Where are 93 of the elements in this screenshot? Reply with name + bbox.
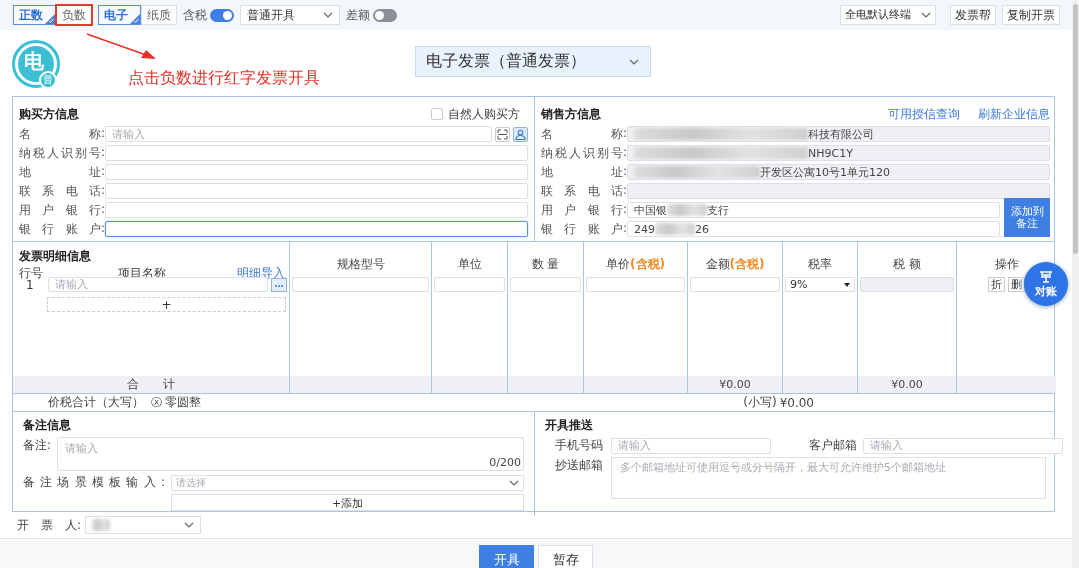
field-label: 开 票 人: bbox=[17, 516, 82, 534]
remarks-field[interactable]: 请输入 0/200 bbox=[57, 437, 524, 471]
section-title: 发票明细信息 bbox=[19, 248, 92, 265]
field-label: 地址: bbox=[541, 163, 627, 181]
field-label: 用户银行: bbox=[19, 201, 105, 219]
invoice-kind-select[interactable]: 电子发票（普通发票） bbox=[415, 46, 651, 77]
section-title: 购买方信息 bbox=[19, 105, 79, 123]
section-title: 销售方信息 bbox=[541, 105, 601, 123]
field-label: 手机号码 bbox=[554, 437, 604, 454]
check-icon bbox=[45, 14, 55, 24]
link[interactable]: 可用授信查询 bbox=[888, 106, 960, 121]
input-field: 科技有限公司 bbox=[627, 126, 1050, 142]
save-draft-button[interactable]: 暂存 bbox=[538, 545, 593, 568]
input-field[interactable]: 249 26 bbox=[627, 221, 1000, 237]
total-value: ¥0.00 bbox=[779, 395, 814, 410]
invoice-type-tab[interactable]: 电子 bbox=[98, 5, 141, 25]
issuer-select[interactable] bbox=[85, 516, 202, 534]
row-action-button[interactable]: 删 bbox=[1008, 277, 1025, 292]
toggle-switch[interactable] bbox=[210, 8, 234, 22]
total-label: 合 计 bbox=[13, 376, 289, 393]
section-title: 备注信息 bbox=[23, 417, 72, 434]
chevron-icon bbox=[628, 58, 640, 65]
total-label: (小写) bbox=[743, 394, 777, 411]
toolbar-button[interactable]: 复制开票 bbox=[1002, 5, 1060, 25]
column-header: 单价(含税) bbox=[605, 256, 666, 273]
person-icon[interactable] bbox=[513, 126, 528, 142]
row-number: 1 bbox=[26, 277, 34, 292]
field-label: 联系电话: bbox=[541, 182, 627, 200]
column-header: 金额(含税) bbox=[704, 256, 766, 273]
add-button[interactable]: +添加 bbox=[171, 494, 524, 511]
input-field: NH9C1Y bbox=[627, 145, 1050, 161]
scan-icon[interactable] bbox=[495, 126, 510, 142]
input-field: 开发区公寓10号1单元120 bbox=[627, 164, 1050, 180]
clear-icon: ⓧ bbox=[151, 395, 162, 410]
field-label: 名称: bbox=[541, 125, 627, 143]
char-counter: 0/200 bbox=[489, 456, 521, 469]
field-label: 备注: bbox=[23, 437, 51, 454]
column-header: 规格型号 bbox=[335, 256, 386, 273]
field-label: 地址: bbox=[19, 163, 105, 181]
total-tax: ¥0.00 bbox=[891, 378, 923, 391]
invoice-type-tab[interactable]: 正数 bbox=[13, 5, 56, 25]
invoice-type-tab[interactable]: 负数 bbox=[56, 5, 92, 25]
field-label: 纳税人识别号: bbox=[541, 144, 627, 162]
toggle-label: 差额 bbox=[346, 6, 370, 24]
input-field[interactable] bbox=[105, 221, 528, 237]
more-icon bbox=[274, 283, 284, 288]
issue-type-select[interactable]: 普通开具 bbox=[240, 5, 340, 25]
field-label: 用户银行: bbox=[541, 201, 627, 219]
reconcile-button[interactable]: 对账 bbox=[1024, 262, 1068, 306]
tax-rate-select[interactable]: 9% bbox=[785, 277, 855, 292]
total-label: 价税合计（大写） bbox=[48, 394, 144, 411]
toggle-switch[interactable] bbox=[373, 8, 397, 22]
issue-button[interactable]: 开具 bbox=[479, 545, 534, 568]
column-header: 税率 bbox=[807, 256, 833, 273]
column-header: 单位 bbox=[456, 256, 483, 273]
reconcile-icon bbox=[1038, 269, 1054, 283]
field-label: 抄送邮箱 bbox=[554, 457, 604, 474]
chevron-icon bbox=[509, 479, 519, 486]
field-label: 银行账户: bbox=[19, 220, 105, 238]
scrollbar[interactable] bbox=[1072, 0, 1079, 568]
field-label: 备注场景模板输入: bbox=[23, 474, 165, 491]
toggle-label: 含税 bbox=[183, 6, 207, 24]
add-row-button[interactable]: + bbox=[47, 297, 286, 312]
app-logo: 电 普 bbox=[12, 40, 60, 88]
chevron-icon bbox=[921, 12, 931, 18]
invoice-type-tab[interactable]: 纸质 bbox=[141, 5, 177, 25]
link[interactable]: 刷新企业信息 bbox=[978, 106, 1050, 121]
terminal-select[interactable]: 全电默认终端 bbox=[840, 5, 936, 25]
chevron-icon bbox=[323, 12, 333, 18]
annotation-text: 点击负数进行红字发票开具 bbox=[128, 68, 320, 89]
checkbox-label: 自然人购买方 bbox=[448, 105, 520, 123]
column-header: 税 额 bbox=[892, 256, 922, 273]
column-header: 操作 bbox=[993, 256, 1020, 273]
checkbox[interactable] bbox=[431, 108, 443, 120]
field-label: 纳税人识别号: bbox=[19, 144, 105, 162]
chevron-icon bbox=[184, 522, 195, 528]
row-action-button[interactable]: 折 bbox=[988, 277, 1005, 292]
toolbar-button[interactable]: 发票帮 bbox=[950, 5, 996, 25]
column-header: 行号 bbox=[19, 265, 44, 280]
field-label: 银行账户: bbox=[541, 220, 627, 238]
column-header: 数 量 bbox=[530, 256, 561, 273]
input-field[interactable]: 中国银 支行 bbox=[627, 202, 1000, 218]
more-button[interactable] bbox=[271, 277, 287, 292]
add-to-remarks-button[interactable]: 添加到备注 bbox=[1004, 198, 1050, 237]
annotation-arrow bbox=[86, 33, 158, 61]
caret-icon bbox=[844, 282, 850, 287]
field-label: 联系电话: bbox=[19, 182, 105, 200]
total-capital: 零圆整 bbox=[165, 394, 201, 411]
field-label: 客户邮箱 bbox=[809, 437, 857, 454]
total-amount: ¥0.00 bbox=[719, 378, 751, 391]
field-label: 名称: bbox=[19, 125, 105, 143]
section-title: 开具推送 bbox=[545, 417, 594, 434]
check-icon bbox=[130, 14, 140, 24]
